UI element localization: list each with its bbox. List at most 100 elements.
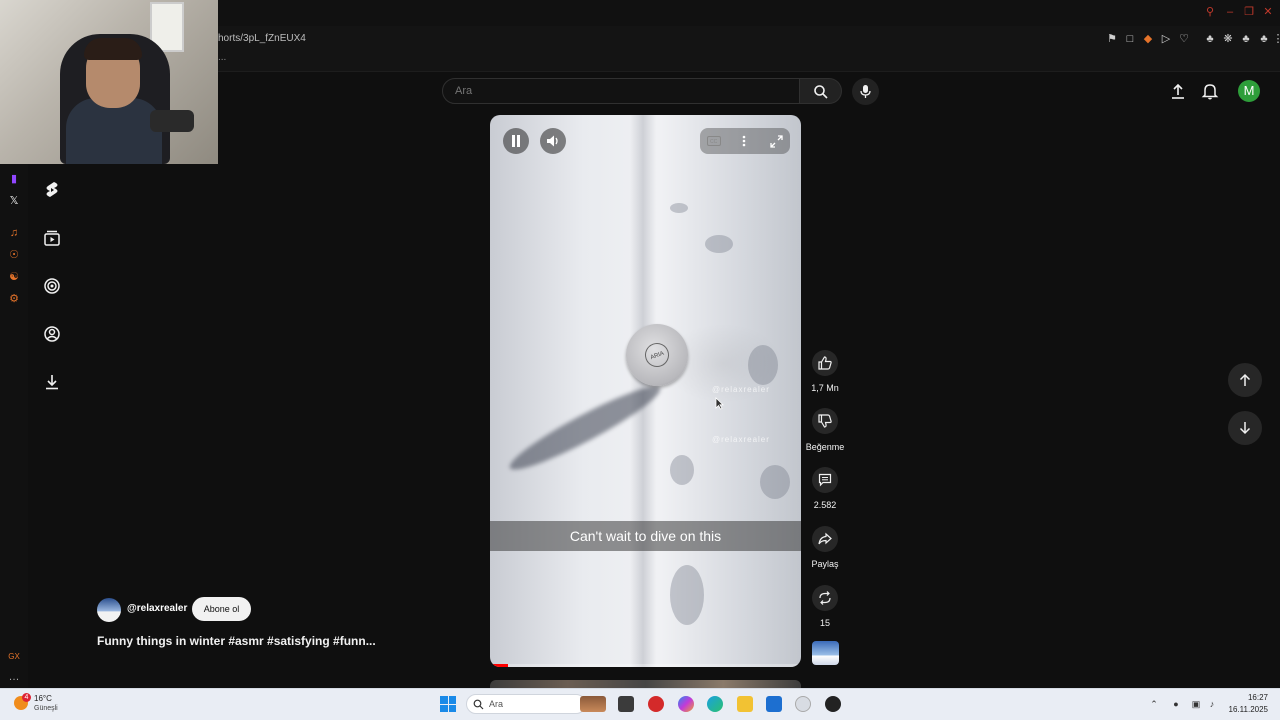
- thumbs-down-icon: [818, 414, 832, 428]
- search-input[interactable]: [455, 85, 785, 97]
- webcam-microphone: [150, 110, 194, 132]
- svg-text:CC: CC: [710, 139, 718, 145]
- more-icon[interactable]: …: [7, 670, 21, 684]
- remix-count: 15: [819, 618, 830, 628]
- network-icon[interactable]: ▣: [1190, 698, 1202, 710]
- next-short-button[interactable]: [1228, 411, 1262, 445]
- comment-icon: [818, 473, 832, 487]
- heart-icon[interactable]: ♡: [1178, 33, 1190, 45]
- controller-icon[interactable]: ☯: [7, 270, 21, 284]
- fullscreen-icon[interactable]: [770, 135, 783, 148]
- app-icon[interactable]: [795, 696, 811, 712]
- pause-icon: [512, 135, 520, 147]
- video-progress-bar[interactable]: [490, 664, 801, 667]
- previous-short-button[interactable]: [1228, 363, 1262, 397]
- video-title[interactable]: Funny things in winter #asmr #satisfying…: [97, 634, 376, 648]
- pause-button[interactable]: [503, 128, 529, 154]
- more-options-icon[interactable]: [741, 134, 747, 148]
- compass-icon[interactable]: ☉: [7, 248, 21, 262]
- edge-icon[interactable]: [707, 696, 723, 712]
- arrow-up-icon: [1239, 373, 1251, 386]
- volume-icon: [547, 135, 558, 147]
- shorts-icon[interactable]: [42, 180, 62, 200]
- weather-temperature[interactable]: 16°C: [34, 694, 52, 703]
- extension-icon[interactable]: ♣: [1240, 33, 1252, 45]
- music-icon[interactable]: ♫: [7, 226, 21, 240]
- share-label: Paylaş: [811, 559, 839, 569]
- minimize-icon[interactable]: –: [1224, 6, 1236, 18]
- search-icon[interactable]: ⚲: [1204, 6, 1216, 18]
- x-icon[interactable]: 𝕏: [7, 194, 21, 208]
- volume-icon[interactable]: ♪: [1206, 698, 1218, 710]
- subscriptions-icon[interactable]: [42, 228, 62, 248]
- search-button[interactable]: [800, 78, 842, 104]
- menu-icon[interactable]: ⋮: [1272, 33, 1280, 45]
- footprint: [670, 565, 704, 625]
- restore-icon[interactable]: ❐: [1243, 6, 1255, 18]
- channel-avatar[interactable]: [97, 598, 121, 622]
- channel-handle[interactable]: @relaxrealer: [127, 603, 187, 614]
- play-icon[interactable]: ▷: [1160, 33, 1172, 45]
- file-explorer-icon[interactable]: [737, 696, 753, 712]
- snapshot-icon[interactable]: □: [1124, 33, 1136, 45]
- upload-icon[interactable]: [1169, 82, 1187, 100]
- subscribe-button[interactable]: Abone ol: [192, 597, 251, 621]
- extension-icon[interactable]: ♣: [1258, 33, 1270, 45]
- extension-icon[interactable]: ♣: [1204, 33, 1216, 45]
- search-icon: [473, 699, 484, 710]
- notifications-icon[interactable]: [1201, 82, 1219, 100]
- video-caption: Can't wait to dive on this: [569, 528, 722, 544]
- target-icon[interactable]: [42, 276, 62, 296]
- share-button[interactable]: [812, 526, 838, 552]
- close-icon[interactable]: ✕: [1262, 6, 1274, 18]
- task-view-icon[interactable]: [618, 696, 634, 712]
- store-icon[interactable]: [766, 696, 782, 712]
- account-icon[interactable]: [42, 324, 62, 344]
- thumbs-up-icon: [818, 356, 832, 370]
- share-icon: [818, 532, 832, 545]
- clock-date[interactable]: 16.11.2025: [1218, 705, 1268, 714]
- windows-start-icon[interactable]: [440, 696, 456, 712]
- taskbar-search[interactable]: [466, 694, 586, 714]
- tray-chevron-icon[interactable]: ⌃: [1148, 698, 1160, 710]
- clock-time[interactable]: 16:27: [1218, 693, 1268, 702]
- watermark: @relaxrealer: [712, 435, 770, 444]
- weather-description[interactable]: Güneşli: [34, 705, 58, 712]
- gx-icon[interactable]: GX: [7, 650, 21, 664]
- shield-icon[interactable]: ◆: [1142, 33, 1154, 45]
- url-text[interactable]: horts/3pL_fZnEUX4: [218, 33, 306, 44]
- dislike-button[interactable]: [812, 408, 838, 434]
- volume-button[interactable]: [540, 128, 566, 154]
- like-button[interactable]: [812, 350, 838, 376]
- windows-taskbar: [0, 688, 1280, 720]
- footprint: [748, 345, 778, 385]
- shorts-video-player[interactable]: ARIA @relaxrealer @relaxrealer CC Can't …: [490, 115, 801, 667]
- remix-button[interactable]: [812, 585, 838, 611]
- webcam-overlay: [0, 0, 218, 164]
- footprint: [705, 235, 733, 253]
- opera-icon[interactable]: [825, 696, 841, 712]
- comment-count: 2.582: [813, 500, 837, 510]
- copilot-icon[interactable]: [678, 696, 694, 712]
- browser-sidebar: ▮ 𝕏 ♫ ☉ ☯ ⚙ GX …: [0, 164, 28, 688]
- sound-thumbnail[interactable]: [812, 641, 839, 665]
- extension-icon[interactable]: ❋: [1222, 33, 1234, 45]
- search-box[interactable]: [442, 78, 800, 104]
- next-video-preview[interactable]: [490, 680, 801, 688]
- url-subtext: ...: [218, 52, 227, 63]
- captions-icon[interactable]: CC: [707, 136, 721, 146]
- user-avatar[interactable]: M: [1238, 80, 1260, 102]
- webcam-person-hair: [84, 38, 142, 60]
- settings-icon[interactable]: ⚙: [7, 292, 21, 306]
- bookmark-icon[interactable]: ⚑: [1106, 33, 1118, 45]
- search-highlight-icon[interactable]: [580, 696, 606, 712]
- remix-icon: [819, 591, 831, 605]
- twitch-icon[interactable]: ▮: [7, 172, 21, 186]
- comments-button[interactable]: [812, 467, 838, 493]
- download-icon[interactable]: [42, 372, 62, 392]
- mouse-cursor-icon: [715, 397, 724, 410]
- tray-app-icon[interactable]: ●: [1170, 698, 1182, 710]
- opera-gx-icon[interactable]: [648, 696, 664, 712]
- voice-search-button[interactable]: [852, 78, 879, 105]
- watermark: @relaxrealer: [712, 385, 770, 394]
